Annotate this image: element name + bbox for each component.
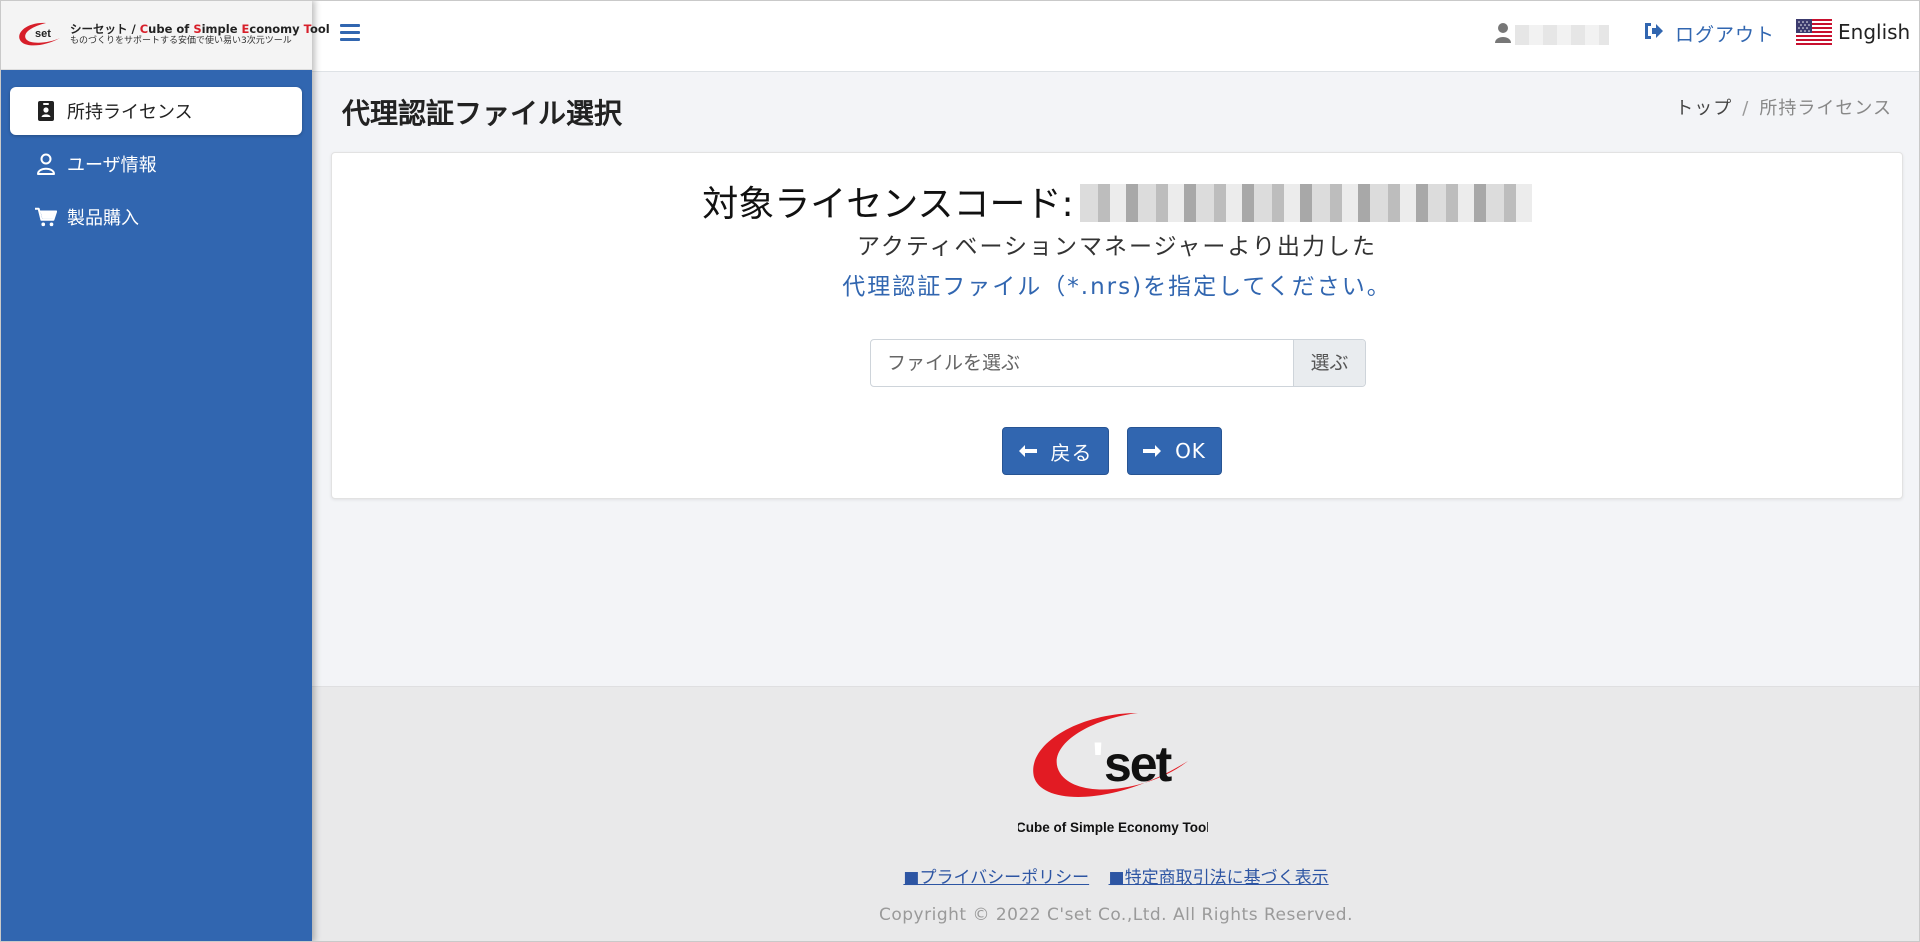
footer-links: ■プライバシーポリシー ■特定商取引法に基づく表示 xyxy=(312,863,1920,888)
id-badge-icon xyxy=(35,100,57,122)
brand-title: シーセット / Cube of Simple Economy Tool xyxy=(70,21,330,36)
logout-link[interactable]: ログアウト xyxy=(1643,20,1775,47)
svg-text:set: set xyxy=(35,28,51,40)
sidebar-item-label: ユーザ情報 xyxy=(67,155,157,176)
file-input-placeholder[interactable]: ファイルを選ぶ xyxy=(871,340,1293,386)
commercial-law-link[interactable]: ■特定商取引法に基づく表示 xyxy=(1109,868,1329,888)
user-account[interactable] xyxy=(1495,22,1609,48)
language-switch[interactable]: English xyxy=(1796,19,1910,45)
license-code-redacted xyxy=(1079,184,1532,222)
page-title: 代理認証ファイル選択 xyxy=(342,97,623,130)
back-button[interactable]: 戻る xyxy=(1002,427,1109,475)
copyright: Copyright © 2022 C'set Co.,Ltd. All Righ… xyxy=(878,905,1354,925)
instruction-text-highlight: 代理認証ファイル（*.nrs)を指定してください。 xyxy=(842,274,1392,300)
arrow-left-icon xyxy=(1018,445,1037,457)
sidebar-item-label: 所持ライセンス xyxy=(67,102,193,123)
browse-button[interactable]: 選ぶ xyxy=(1293,340,1365,386)
privacy-policy-link[interactable]: ■プライバシーポリシー xyxy=(903,868,1089,888)
sign-out-icon xyxy=(1643,22,1663,45)
logo-tagline: Cube of Simple Economy Tool xyxy=(1018,820,1208,835)
breadcrumb-current: 所持ライセンス xyxy=(1759,98,1892,119)
breadcrumb: トップ / 所持ライセンス xyxy=(1675,98,1892,119)
sidebar: ' set シーセット / Cube of Simple Economy Too… xyxy=(0,0,330,942)
svg-text:set: set xyxy=(1104,736,1173,792)
user-icon xyxy=(1495,22,1511,48)
cset-logo-small: ' set xyxy=(16,20,64,50)
file-input[interactable]: ファイルを選ぶ 選ぶ xyxy=(870,339,1366,387)
brand-header[interactable]: ' set シーセット / Cube of Simple Economy Too… xyxy=(0,0,330,70)
license-code-heading: 対象ライセンスコード: xyxy=(332,175,1902,227)
hamburger-menu-icon[interactable] xyxy=(340,24,360,44)
sidebar-nav: 所持ライセンス ユーザ情報 製品購入 xyxy=(0,70,312,241)
breadcrumb-home-link[interactable]: トップ xyxy=(1675,98,1732,119)
instruction-text: アクティベーションマネージャーより出力した xyxy=(857,234,1377,260)
user-icon xyxy=(35,153,57,175)
sidebar-item-user-info[interactable]: ユーザ情報 xyxy=(10,140,302,188)
sidebar-item-label: 製品購入 xyxy=(67,208,139,229)
arrow-right-icon xyxy=(1143,445,1162,457)
brand-subtitle: ものづくりをサポートする安価で使い易い3次元ツール xyxy=(70,36,292,47)
sidebar-item-owned-licenses[interactable]: 所持ライセンス xyxy=(10,87,302,135)
sidebar-item-purchase[interactable]: 製品購入 xyxy=(10,193,302,241)
svg-text:': ' xyxy=(1092,732,1104,788)
us-flag-icon xyxy=(1796,19,1832,45)
footer: ' set Cube of Simple Economy Tool ■プライバシ… xyxy=(312,686,1920,942)
cart-icon xyxy=(35,206,57,228)
cset-logo: ' set Cube of Simple Economy Tool xyxy=(1016,709,1210,839)
file-select-card: 対象ライセンスコード: アクティベーションマネージャーより出力した 代理認証ファ… xyxy=(331,152,1903,499)
ok-button[interactable]: OK xyxy=(1127,427,1222,475)
username-redacted xyxy=(1515,25,1609,45)
top-navbar: ログアウト English xyxy=(312,0,1920,72)
